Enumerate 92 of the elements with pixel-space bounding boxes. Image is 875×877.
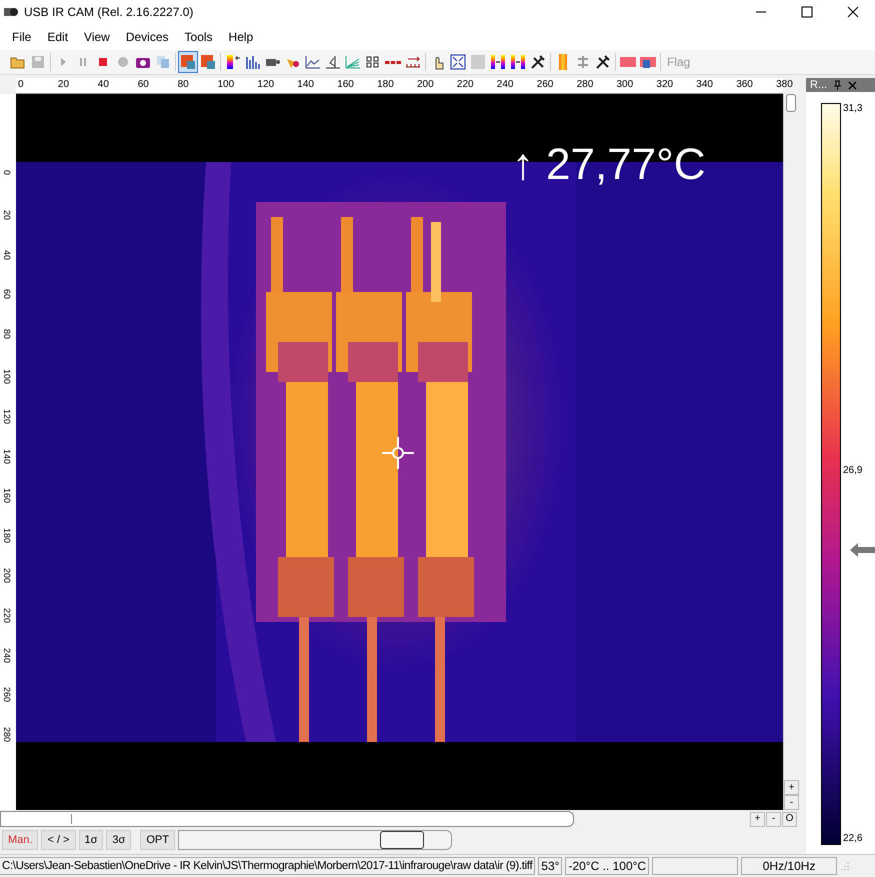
ruler-label: 180	[377, 79, 394, 90]
align-icon	[575, 54, 591, 70]
ruler-label: 20	[58, 79, 70, 90]
ruler-label: 20	[2, 210, 12, 220]
ruler-label: 160	[2, 488, 12, 504]
fit-screen-icon	[450, 54, 466, 70]
save-icon	[30, 54, 46, 70]
zoom-button[interactable]: O	[782, 812, 797, 826]
arrow-icon	[850, 543, 875, 557]
window-title: USB IR CAM (Rel. 2.16.2227.0)	[24, 5, 194, 19]
ruler-label: 220	[456, 79, 474, 90]
palette-left-icon	[510, 54, 526, 70]
ruler-label: 160	[337, 79, 354, 90]
ruler-label: 320	[656, 79, 674, 90]
zoom-button[interactable]: +	[784, 780, 799, 795]
ruler-label: 100	[2, 369, 12, 384]
ruler-label: 360	[736, 79, 753, 90]
sub-save-icon	[640, 54, 656, 70]
maximize-icon[interactable]	[801, 6, 813, 18]
temperature-range: -20°C .. 100°C	[565, 857, 650, 875]
ruler-label: 60	[2, 289, 12, 300]
range-button[interactable]: < / >	[41, 830, 76, 850]
ruler-label: 60	[138, 79, 149, 90]
range-button[interactable]: OPT	[140, 830, 175, 850]
ruler-label: 200	[417, 79, 434, 90]
ruler-label: 280	[576, 79, 594, 90]
menu-item[interactable]: Edit	[39, 30, 76, 44]
line-graph-icon	[305, 54, 321, 70]
crosshair-icon	[382, 437, 414, 469]
ruler-label: 300	[616, 79, 634, 90]
range-button[interactable]: Man.	[2, 830, 38, 850]
ruler-label: 140	[297, 79, 314, 90]
scale-mid-label: 26,9	[843, 465, 862, 476]
ruler-label: 0	[2, 170, 12, 176]
ruler-label: 140	[2, 448, 12, 464]
ruler-label: 180	[2, 528, 12, 544]
range-button[interactable]: 3σ	[106, 830, 132, 850]
file-path: C:\Users\Jean-Sebastien\OneDrive - IR Kelvin\JS\Thermographie\Morbern\2017-11\infrarouge\raw data\ir (9).tiff	[0, 857, 536, 875]
histogram-icon	[245, 54, 261, 70]
range-button[interactable]: 1σ	[78, 830, 104, 850]
frame-rate: 0Hz/10Hz	[741, 857, 838, 875]
tools-icon	[530, 54, 546, 70]
panel-title: R...	[810, 79, 828, 91]
menu-item[interactable]: Devices	[118, 30, 177, 44]
ruler-label: 240	[496, 79, 514, 90]
ruler-label: 0	[18, 79, 24, 90]
sub-icon	[620, 54, 636, 70]
scale-min-label: 22,6	[843, 833, 862, 844]
ruler-label: 120	[2, 408, 12, 424]
blank-square-icon	[470, 54, 486, 70]
ruler-label: 100	[218, 79, 234, 90]
camera-icon	[4, 7, 18, 17]
curve-icon	[325, 54, 341, 70]
grid-icon	[365, 54, 381, 70]
ruler-label: 280	[2, 727, 12, 742]
menu-item[interactable]: Help	[220, 30, 262, 44]
zoom-button[interactable]: -	[784, 795, 799, 810]
ruler-label: 40	[2, 250, 12, 260]
images-icon	[200, 54, 216, 70]
palette-right-icon	[490, 54, 506, 70]
ruler-label: 120	[257, 79, 274, 90]
ruler-label: 240	[2, 648, 12, 663]
menu-item[interactable]: View	[76, 30, 118, 44]
horizontal-scrollbar[interactable]	[0, 811, 574, 827]
ruler-label: 200	[2, 568, 12, 584]
tools-stripe-icon	[595, 54, 611, 70]
ruler-label: 80	[2, 329, 12, 340]
scale-max-label: 31,3	[843, 103, 862, 114]
copy-icon	[155, 54, 171, 70]
ruler-label: 220	[2, 608, 12, 623]
palette-icon	[225, 54, 241, 70]
dashes-icon	[385, 60, 401, 64]
zoom-button[interactable]: -	[766, 812, 781, 826]
resize-grip-icon[interactable]	[840, 861, 850, 871]
ruler-label: 40	[98, 79, 109, 90]
close-icon[interactable]	[847, 6, 859, 18]
ruler-icon	[405, 54, 421, 70]
image-icon	[180, 54, 196, 70]
menu-item[interactable]: File	[4, 30, 40, 44]
zoom-button[interactable]: +	[750, 812, 765, 826]
ruler-label: 260	[2, 687, 12, 702]
ruler-label: 260	[536, 79, 554, 90]
ruler-label: 380	[776, 79, 793, 90]
pin-icon[interactable]	[833, 80, 842, 90]
record-icon	[115, 54, 131, 70]
field-of-view: 53°	[538, 857, 562, 875]
scrollbar-thumb[interactable]	[786, 94, 796, 112]
menu-item[interactable]: Tools	[176, 30, 221, 44]
ruler-label: 80	[178, 79, 189, 90]
multi-line-icon	[345, 54, 361, 70]
ruler-label: 340	[696, 79, 713, 90]
slider-thumb[interactable]	[380, 831, 424, 849]
